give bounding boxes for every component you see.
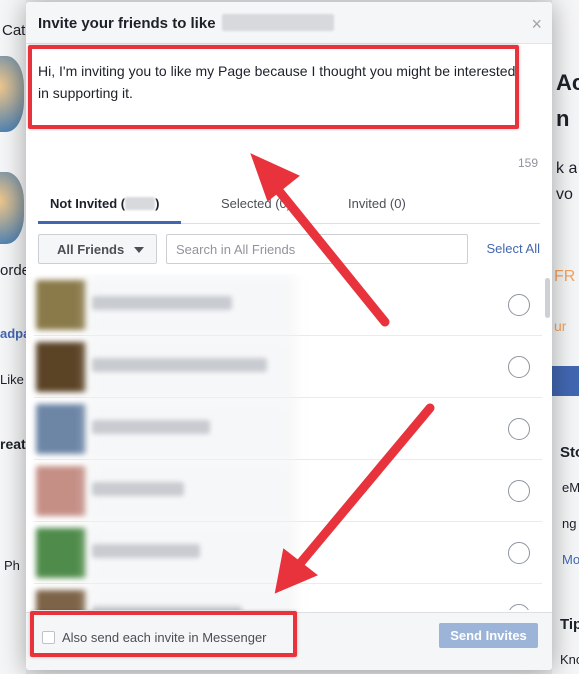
- bg-fragment: k a: [556, 160, 578, 177]
- bg-fragment: n: [556, 106, 570, 131]
- bg-fragment: Kno: [560, 652, 579, 667]
- search-input[interactable]: [166, 234, 468, 264]
- dialog-title: Invite your friends to like: [38, 15, 216, 32]
- bg-avatar: [0, 172, 24, 244]
- bg-fragment: Sto: [560, 444, 579, 461]
- bg-fragment: orde: [0, 262, 26, 279]
- bg-fragment: Tip: [560, 616, 579, 633]
- redacted-count: [125, 197, 156, 210]
- close-icon[interactable]: ×: [531, 14, 542, 35]
- character-count: 159: [517, 156, 538, 170]
- redacted-friend-name: [92, 296, 232, 310]
- tab-label-suffix: ): [155, 196, 160, 211]
- bg-fragment: Mo: [562, 552, 579, 567]
- messenger-checkbox[interactable]: [42, 631, 55, 644]
- tab-not-invited[interactable]: Not Invited (): [50, 196, 159, 211]
- avatar: [36, 342, 86, 392]
- bg-button: [552, 366, 579, 396]
- bg-avatar: [0, 56, 24, 132]
- bg-fragment: vo: [556, 186, 573, 203]
- list-item[interactable]: [34, 274, 542, 336]
- invite-message-text[interactable]: Hi, I'm inviting you to like my Page bec…: [38, 60, 518, 104]
- redacted-page-name: [222, 14, 334, 31]
- avatar: [36, 280, 86, 330]
- select-radio[interactable]: [508, 356, 530, 378]
- redacted-friend-name: [92, 358, 267, 372]
- bg-fragment: ur: [554, 318, 567, 334]
- redacted-friend-name: [92, 606, 242, 610]
- bg-fragment: Ac: [556, 70, 579, 95]
- avatar: [36, 590, 86, 610]
- messenger-checkbox-label[interactable]: Also send each invite in Messenger: [62, 630, 267, 645]
- friend-list: [26, 274, 552, 610]
- bg-fragment: ng: [562, 516, 577, 531]
- select-radio[interactable]: [508, 418, 530, 440]
- background-right-column: Ac n k a vo FR ur Sto eM ng Mo Tip Kno: [552, 0, 579, 674]
- friends-filter-label: All Friends: [57, 242, 125, 257]
- dialog-header: Invite your friends to like ×: [26, 2, 552, 44]
- bg-fragment: Like: [0, 372, 24, 387]
- redacted-friend-name: [92, 420, 210, 434]
- avatar: [36, 466, 86, 516]
- select-all-link[interactable]: Select All: [487, 241, 540, 256]
- bg-fragment: FR: [554, 268, 576, 285]
- list-item[interactable]: [34, 336, 542, 398]
- list-item[interactable]: [34, 584, 542, 610]
- bg-fragment: reat: [0, 436, 26, 452]
- dialog-footer: Also send each invite in Messenger Send …: [26, 612, 552, 670]
- list-scrollbar[interactable]: [545, 278, 550, 318]
- bg-fragment: adpa: [0, 326, 26, 341]
- list-item[interactable]: [34, 460, 542, 522]
- filter-row: All Friends Select All: [38, 234, 540, 266]
- avatar: [36, 404, 86, 454]
- redacted-friend-name: [92, 544, 200, 558]
- active-tab-indicator: [38, 221, 181, 224]
- send-invites-button[interactable]: Send Invites: [439, 623, 538, 648]
- bg-fragment: Cat: [2, 22, 26, 39]
- redacted-friend-name: [92, 482, 184, 496]
- background-left-column: Cat orde adpa Like reat Ph: [0, 0, 26, 674]
- tab-selected[interactable]: Selected (0): [221, 196, 291, 211]
- select-radio[interactable]: [508, 542, 530, 564]
- select-radio[interactable]: [508, 480, 530, 502]
- avatar: [36, 528, 86, 578]
- invite-tabs: Not Invited () Selected (0) Invited (0): [38, 186, 540, 224]
- invite-friends-dialog: Invite your friends to like × Hi, I'm in…: [26, 2, 552, 670]
- select-radio[interactable]: [508, 604, 530, 610]
- select-radio[interactable]: [508, 294, 530, 316]
- list-item[interactable]: [34, 522, 542, 584]
- tab-invited[interactable]: Invited (0): [348, 196, 406, 211]
- bg-fragment: eM: [562, 480, 579, 495]
- list-item[interactable]: [34, 398, 542, 460]
- chevron-down-icon: [134, 247, 144, 253]
- tab-label: Not Invited (: [50, 196, 126, 211]
- friends-filter-dropdown[interactable]: All Friends: [38, 234, 157, 264]
- bg-fragment: Ph: [4, 558, 20, 573]
